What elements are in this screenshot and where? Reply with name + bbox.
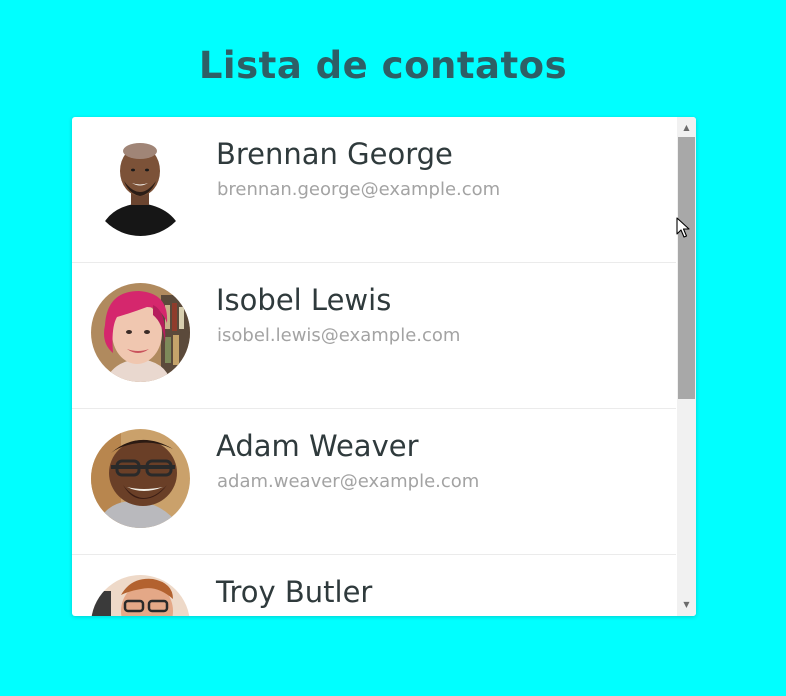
vertical-scrollbar[interactable]: ▲ ▼ (677, 117, 696, 616)
contact-email: brennan.george@example.com (217, 179, 501, 200)
contact-list-card: Brennan George brennan.george@example.co… (72, 117, 696, 616)
contact-item[interactable]: Troy Butler (72, 555, 676, 616)
contact-item[interactable]: Isobel Lewis isobel.lewis@example.com (72, 263, 676, 409)
contact-name: Adam Weaver (216, 429, 419, 463)
avatar (91, 429, 190, 528)
avatar-adam-icon (91, 429, 190, 528)
avatar-brennan-icon (91, 137, 190, 236)
scroll-down-arrow-icon[interactable]: ▼ (677, 596, 696, 614)
contact-name: Brennan George (216, 137, 453, 171)
avatar (91, 283, 190, 382)
scrollbar-thumb[interactable] (678, 137, 695, 399)
contact-item[interactable]: Brennan George brennan.george@example.co… (72, 117, 676, 263)
contact-name: Troy Butler (216, 575, 373, 609)
scroll-up-arrow-icon[interactable]: ▲ (677, 119, 696, 137)
avatar-isobel-icon (91, 283, 190, 382)
contact-email: adam.weaver@example.com (217, 471, 480, 492)
avatar (91, 137, 190, 236)
contact-email: isobel.lewis@example.com (217, 325, 461, 346)
contact-list[interactable]: Brennan George brennan.george@example.co… (72, 117, 676, 616)
page: Lista de contatos Brennan George brennan… (0, 0, 786, 696)
avatar-troy-icon (91, 575, 190, 616)
avatar (91, 575, 190, 616)
mouse-pointer-icon (676, 217, 690, 238)
page-title: Lista de contatos (198, 44, 568, 87)
contact-item[interactable]: Adam Weaver adam.weaver@example.com (72, 409, 676, 555)
contact-name: Isobel Lewis (216, 283, 392, 317)
